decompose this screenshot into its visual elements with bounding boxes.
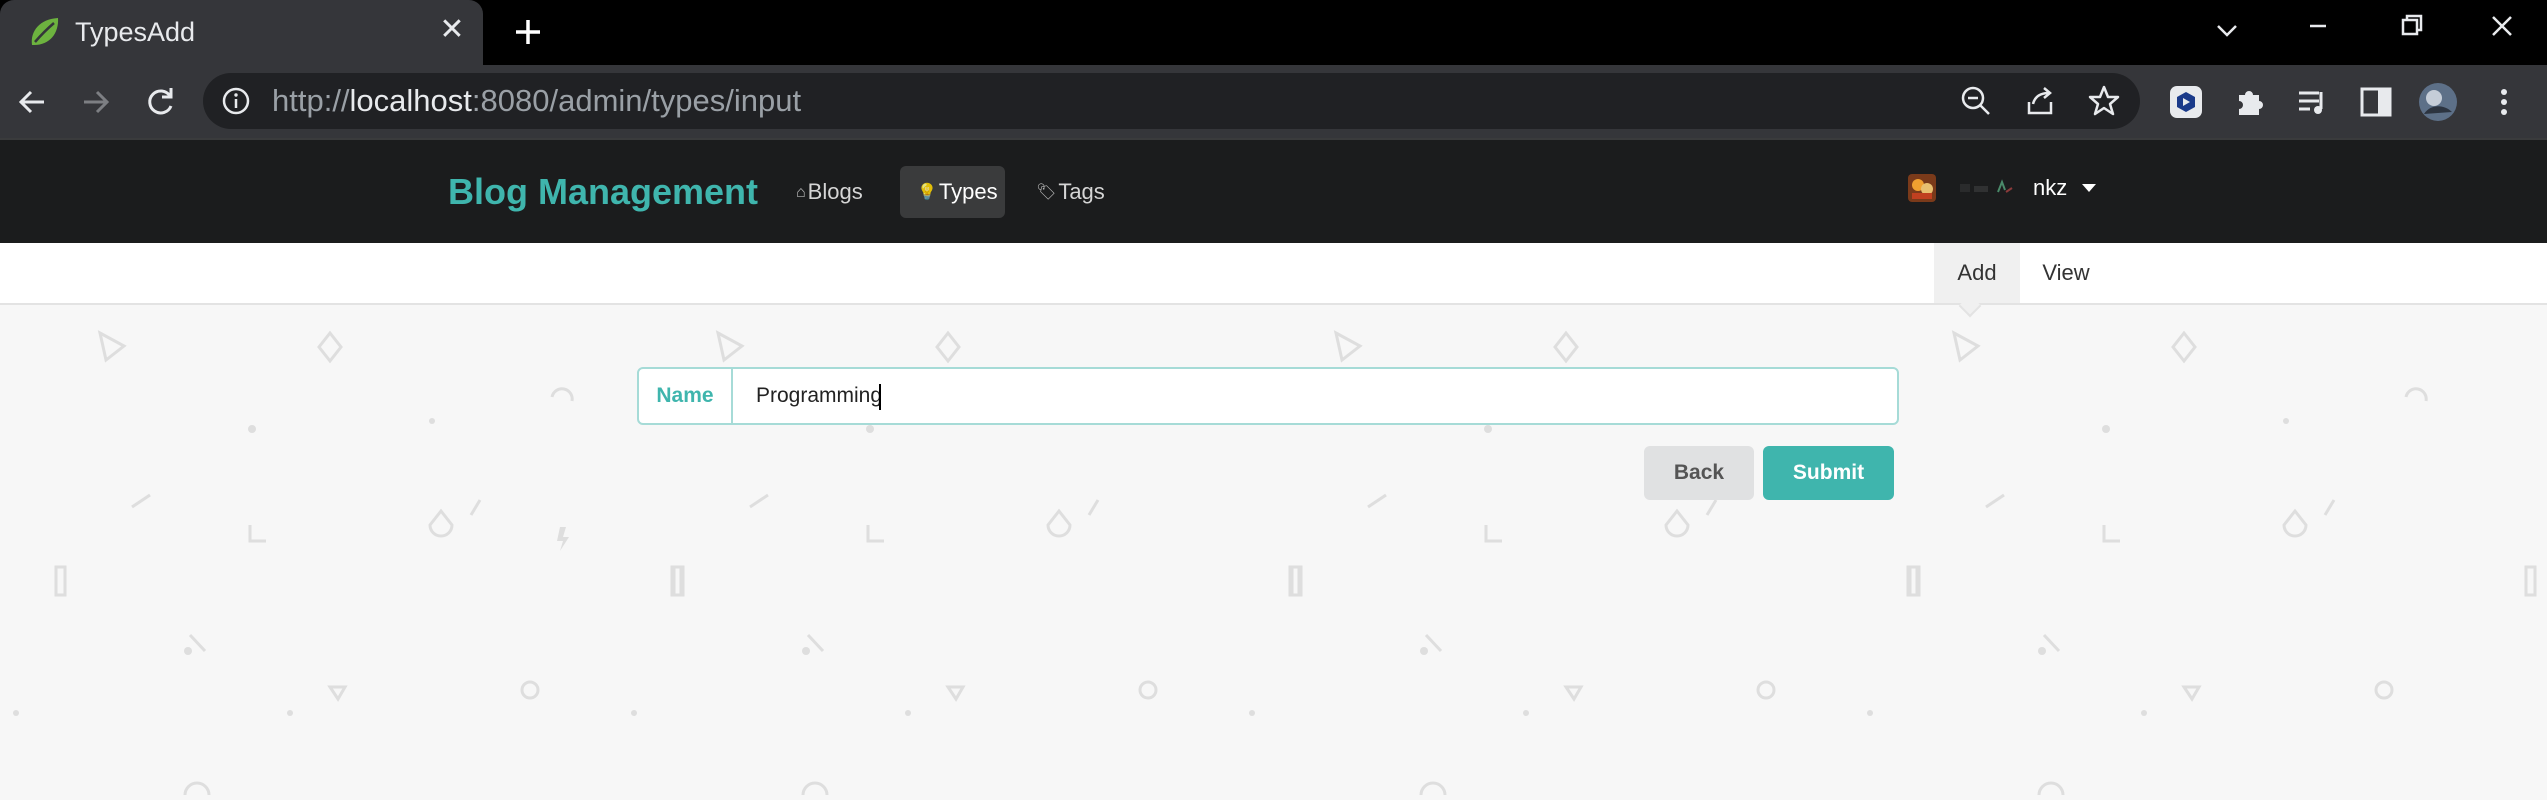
- bookmark-star-icon[interactable]: [2087, 84, 2121, 118]
- restore-icon[interactable]: [2381, 6, 2441, 54]
- nav-item-types[interactable]: 💡Types: [900, 166, 1005, 218]
- share-icon[interactable]: [2023, 84, 2057, 118]
- url-path: :8080/admin/types/input: [471, 83, 802, 118]
- brand-title[interactable]: Blog Management: [448, 170, 758, 214]
- app-navbar: Blog Management ⌂Blogs 💡Types 🏷Tags nkz: [0, 138, 2547, 243]
- close-window-icon[interactable]: [2472, 6, 2532, 54]
- nav-item-label: Blogs: [807, 179, 863, 204]
- name-field: Name: [637, 367, 1899, 425]
- tab-add[interactable]: Add: [1934, 243, 2020, 303]
- url-host: localhost: [349, 83, 472, 118]
- profile-avatar-icon[interactable]: [2418, 82, 2458, 122]
- browser-toolbar: http://localhost:8080/admin/types/input: [0, 65, 2547, 138]
- extension-app-icon[interactable]: [2166, 82, 2206, 122]
- user-name: nkz: [2033, 175, 2068, 200]
- browser-tab-bar: TypesAdd ✕: [0, 0, 2547, 65]
- home-icon: ⌂: [796, 184, 806, 202]
- new-tab-icon[interactable]: [508, 12, 548, 52]
- caret-down-icon: [2082, 184, 2096, 192]
- nav-item-label: Tags: [1058, 179, 1105, 204]
- url-text: http://localhost:8080/admin/types/input: [272, 83, 801, 119]
- name-label: Name: [639, 369, 733, 423]
- text-caret: [879, 384, 881, 410]
- forward-arrow-icon[interactable]: [76, 82, 116, 122]
- back-arrow-icon[interactable]: [12, 82, 52, 122]
- minimize-icon[interactable]: [2288, 6, 2348, 54]
- spring-leaf-icon: [31, 18, 59, 45]
- browser-tab[interactable]: TypesAdd ✕: [0, 0, 483, 65]
- address-bar[interactable]: http://localhost:8080/admin/types/input: [203, 73, 2140, 129]
- tags-icon: 🏷: [1036, 184, 1057, 202]
- side-panel-icon[interactable]: [2356, 82, 2396, 122]
- submit-button[interactable]: Submit: [1763, 446, 1894, 500]
- idea-icon: 💡: [917, 184, 937, 202]
- back-button[interactable]: Back: [1644, 446, 1754, 500]
- site-info-icon[interactable]: [221, 86, 251, 116]
- tab-close-icon[interactable]: ✕: [434, 12, 470, 48]
- tab-title: TypesAdd: [75, 17, 196, 47]
- reload-icon[interactable]: [140, 82, 180, 122]
- url-scheme: http://: [272, 83, 350, 118]
- tab-view[interactable]: View: [2020, 243, 2112, 303]
- user-status-icon: [1960, 179, 2013, 193]
- extensions-puzzle-icon[interactable]: [2230, 82, 2270, 122]
- secondary-menu: Add View: [0, 243, 2547, 305]
- name-input[interactable]: [735, 369, 1897, 423]
- zoom-out-icon[interactable]: [1959, 84, 1993, 118]
- nav-item-label: Types: [938, 179, 998, 204]
- more-menu-icon[interactable]: [2484, 82, 2524, 122]
- tab-search-icon[interactable]: [2197, 6, 2257, 54]
- reading-list-icon[interactable]: [2293, 82, 2333, 122]
- nav-item-tags[interactable]: 🏷Tags: [1036, 166, 1116, 218]
- avatar: [1908, 174, 1936, 202]
- nav-item-blogs[interactable]: ⌂Blogs: [796, 166, 874, 218]
